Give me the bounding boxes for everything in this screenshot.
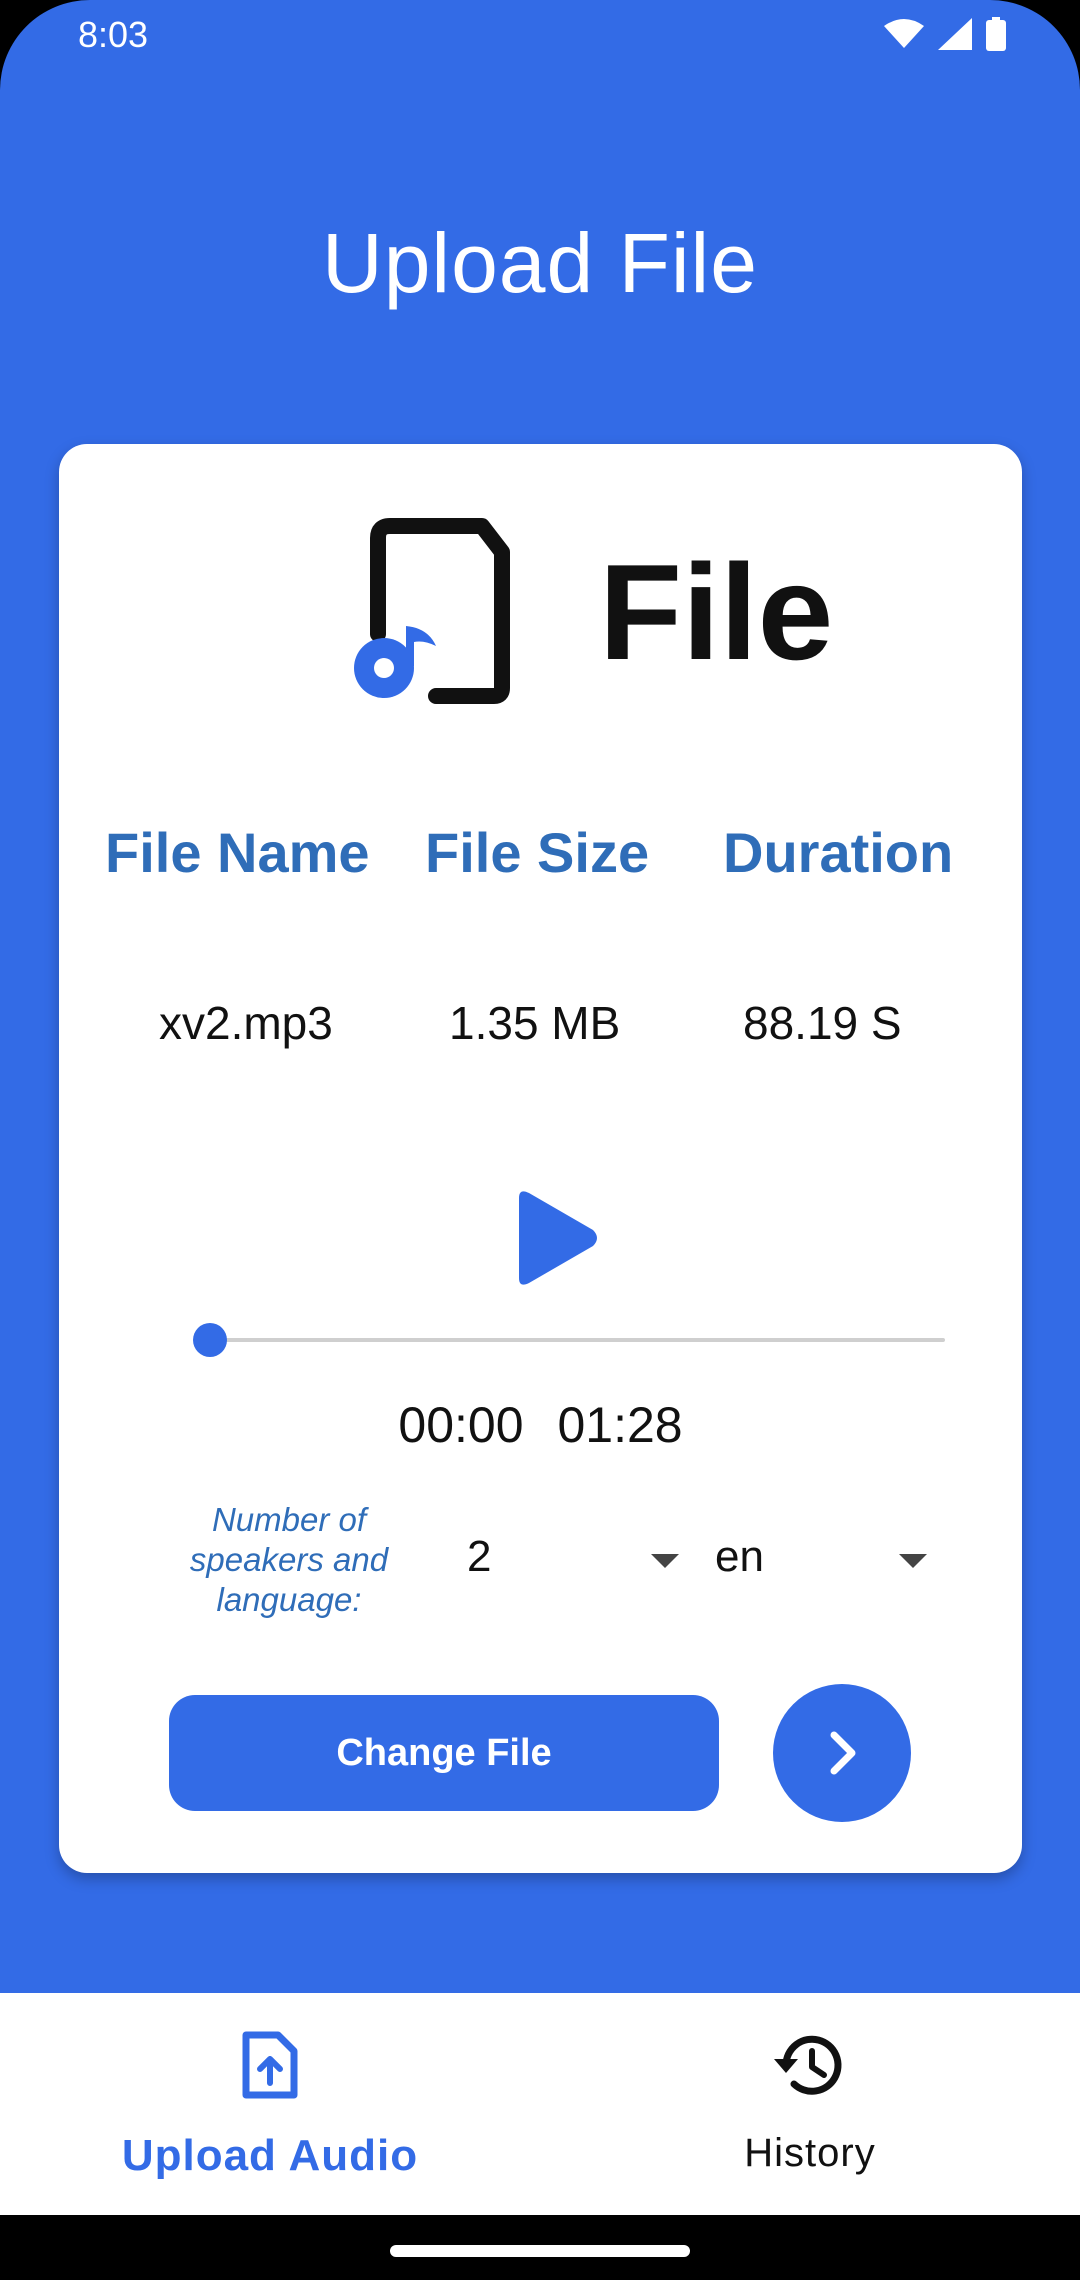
total-time: 01:28 xyxy=(557,1397,683,1453)
file-info-headers: File Name File Size Duration xyxy=(59,820,1022,900)
file-info-values: xv2.mp3 1.35 MB 88.19 S xyxy=(59,996,1022,1066)
value-duration: 88.19 S xyxy=(743,997,902,1049)
audio-file-icon xyxy=(354,518,510,704)
signal-icon xyxy=(938,18,972,50)
change-file-button[interactable]: Change File xyxy=(169,1695,719,1811)
header-file-name: File Name xyxy=(105,821,370,884)
language-value: en xyxy=(715,1532,764,1581)
chevron-down-icon xyxy=(899,1554,927,1568)
speakers-dropdown[interactable]: 2 xyxy=(467,1524,693,1604)
seek-track xyxy=(209,1338,945,1342)
app-screen: 8:03 Upload File File File Name File Siz… xyxy=(0,0,1080,2280)
file-logo xyxy=(354,516,514,706)
value-file-name: xv2.mp3 xyxy=(159,997,333,1049)
chevron-down-icon xyxy=(651,1554,679,1568)
time-display: 00:00 01:28 xyxy=(59,1396,1022,1454)
header-duration: Duration xyxy=(723,821,954,884)
status-bar: 8:03 xyxy=(0,0,1080,72)
next-button[interactable] xyxy=(773,1684,911,1822)
header-file-size: File Size xyxy=(425,821,650,884)
current-time: 00:00 xyxy=(398,1397,524,1453)
speakers-value: 2 xyxy=(467,1532,492,1581)
upload-card: File File Name File Size Duration xv2.mp… xyxy=(59,444,1022,1873)
logo-text: File xyxy=(599,536,834,688)
status-icons xyxy=(884,16,1006,52)
battery-icon xyxy=(986,17,1006,51)
nav-history-label: History xyxy=(744,2131,876,2175)
history-icon xyxy=(774,2035,842,2095)
play-icon xyxy=(519,1191,597,1285)
nav-history[interactable]: History xyxy=(540,1993,1080,2215)
upload-file-icon xyxy=(242,2031,298,2099)
nav-upload-label: Upload Audio xyxy=(121,2131,419,2180)
speakers-language-label: Number of speakers and language: xyxy=(189,1501,389,1618)
chevron-right-icon xyxy=(830,1731,856,1775)
seek-thumb[interactable] xyxy=(193,1323,227,1357)
language-dropdown[interactable]: en xyxy=(715,1524,941,1604)
gesture-area xyxy=(0,2215,1080,2280)
home-indicator[interactable] xyxy=(390,2245,690,2257)
play-button[interactable] xyxy=(505,1188,605,1288)
nav-upload-audio[interactable]: Upload Audio xyxy=(0,1993,540,2215)
status-time: 8:03 xyxy=(78,14,149,55)
bottom-navigation: Upload Audio History xyxy=(0,1993,1080,2215)
page-title: Upload File xyxy=(322,216,758,310)
value-file-size: 1.35 MB xyxy=(449,997,621,1049)
wifi-icon xyxy=(884,19,924,48)
seek-bar[interactable] xyxy=(193,1322,945,1358)
